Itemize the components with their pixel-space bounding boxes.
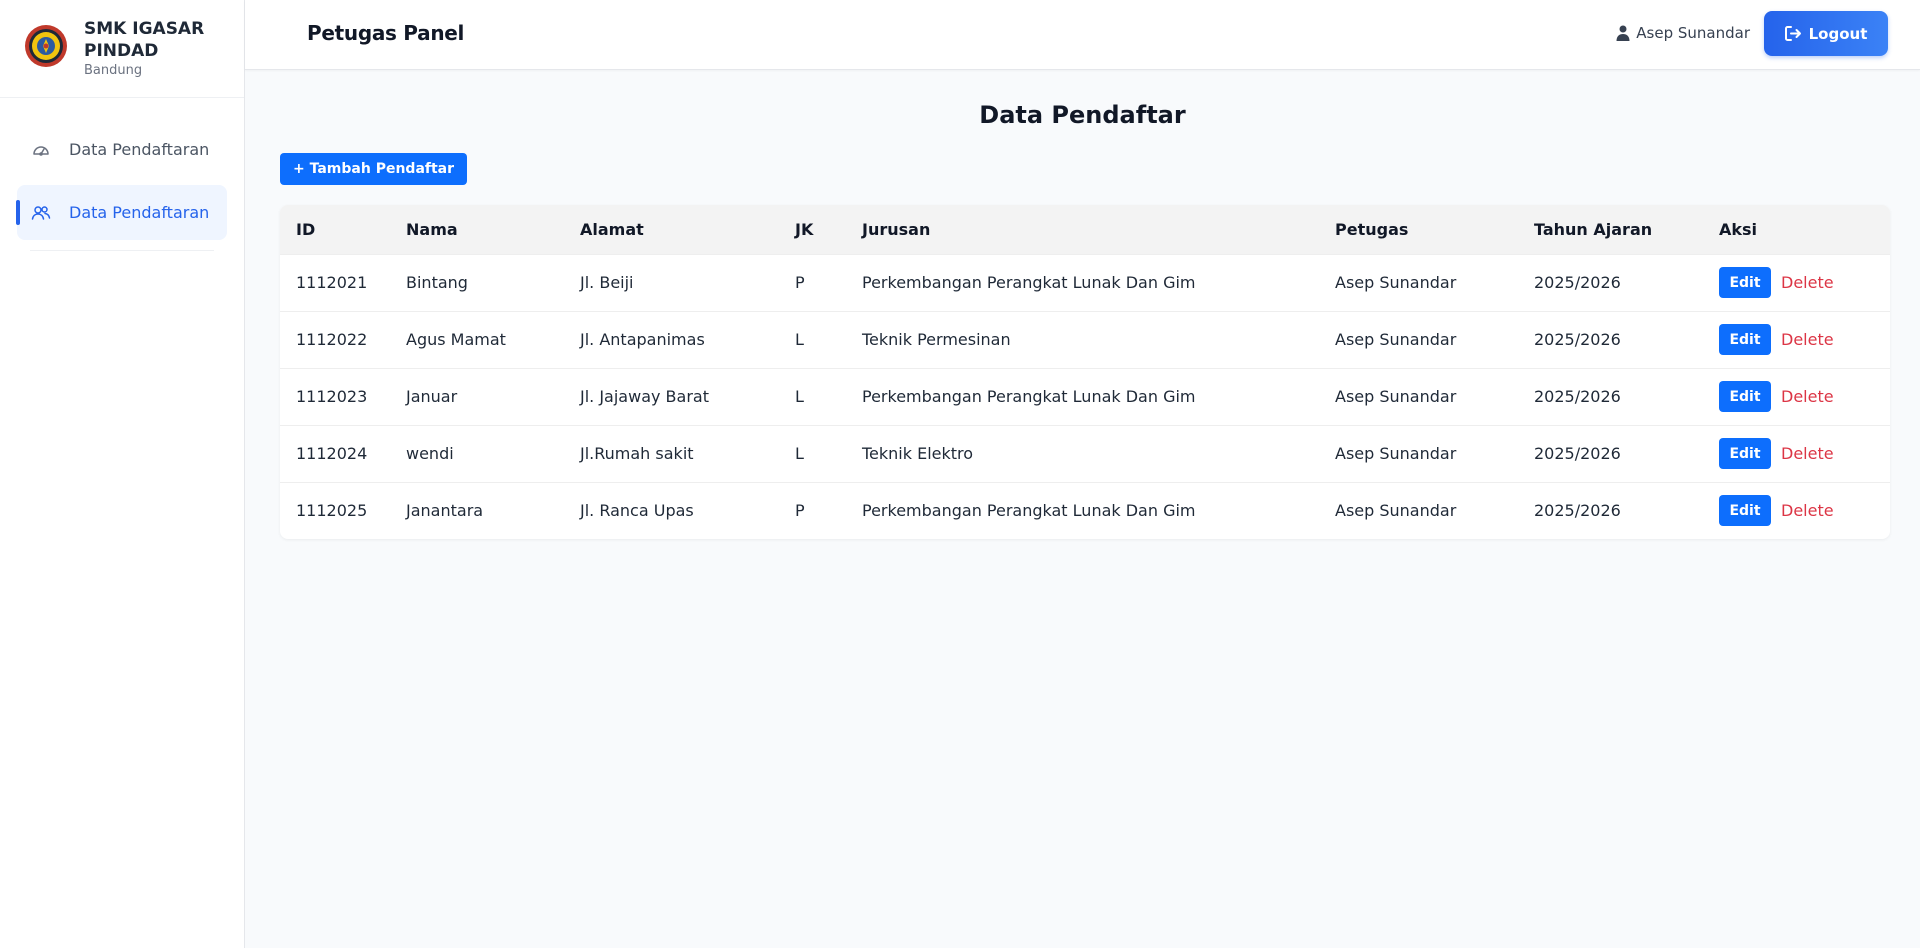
sidebar-nav: Data Pendaftaran Data Pendaftaran	[0, 98, 244, 251]
cell-petugas: Asep Sunandar	[1335, 273, 1457, 292]
page-title: Data Pendaftar	[979, 101, 1186, 129]
edit-button[interactable]: Edit	[1719, 267, 1771, 298]
logout-button[interactable]: Logout	[1764, 11, 1888, 56]
cell-jk: P	[795, 501, 805, 521]
column-header-aksi: Aksi	[1719, 219, 1758, 239]
cell-id: 1112022	[296, 330, 368, 349]
cell-jurusan: Perkembangan Perangkat Lunak Dan Gim	[862, 501, 1196, 521]
cell-tahun-ajaran: 2025/2026	[1534, 330, 1621, 349]
cell-petugas: Asep Sunandar	[1335, 387, 1457, 406]
edit-button[interactable]: Edit	[1719, 438, 1771, 469]
pendaftar-table: ID Nama Alamat JK Jurusan Petugas Tahun …	[280, 205, 1890, 539]
table-header-row: ID Nama Alamat JK Jurusan Petugas Tahun …	[280, 205, 1890, 254]
table-row: 1112023 Januar Jl. Jajaway Barat L Perke…	[280, 368, 1890, 425]
cell-petugas: Asep Sunandar	[1335, 444, 1457, 463]
topbar: Petugas Panel Asep Sunandar Logout	[245, 0, 1920, 70]
cell-nama: Agus Mamat	[406, 330, 506, 349]
delete-link[interactable]: Delete	[1781, 273, 1834, 292]
delete-link[interactable]: Delete	[1781, 387, 1834, 406]
brand-subtitle: Bandung	[84, 63, 143, 78]
cell-tahun-ajaran: 2025/2026	[1534, 501, 1621, 521]
cell-aksi: Edit Delete	[1703, 254, 1890, 311]
cell-tahun-ajaran: 2025/2026	[1534, 387, 1621, 406]
cell-id: 1112025	[296, 501, 368, 521]
sidebar-item-label: Data Pendaftaran	[69, 140, 210, 159]
sidebar-item-data-pendaftaran-active[interactable]: Data Pendaftaran	[16, 185, 227, 240]
sidebar-item-label: Data Pendaftaran	[69, 203, 210, 222]
user-name: Asep Sunandar	[1636, 24, 1750, 42]
edit-button[interactable]: Edit	[1719, 324, 1771, 355]
cell-jk: L	[795, 330, 804, 349]
dashboard-gauge-icon	[31, 140, 51, 160]
column-header-alamat: Alamat	[580, 219, 644, 239]
cell-jurusan: Teknik Elektro	[862, 444, 974, 463]
edit-button[interactable]: Edit	[1719, 381, 1771, 412]
cell-jk: L	[795, 444, 804, 463]
edit-button[interactable]: Edit	[1719, 495, 1771, 527]
cell-nama: Bintang	[406, 273, 468, 292]
cell-nama: Janantara	[406, 501, 484, 521]
cell-jurusan: Teknik Permesinan	[862, 330, 1011, 349]
cell-tahun-ajaran: 2025/2026	[1534, 273, 1621, 292]
cell-aksi: Edit Delete	[1703, 425, 1890, 482]
cell-jk: L	[795, 387, 804, 406]
table-row: 1112025 Janantara Jl. Ranca Upas P Perke…	[280, 482, 1890, 539]
cell-jurusan: Perkembangan Perangkat Lunak Dan Gim	[862, 273, 1196, 292]
cell-id: 1112021	[296, 273, 368, 292]
main-content: Data Pendaftar + Tambah Pendaftar ID Nam…	[245, 70, 1920, 948]
cell-nama: wendi	[406, 444, 454, 463]
cell-jurusan: Perkembangan Perangkat Lunak Dan Gim	[862, 387, 1196, 406]
cell-alamat: Jl. Jajaway Barat	[580, 387, 709, 406]
cell-alamat: Jl. Ranca Upas	[580, 501, 694, 521]
sidebar: SMK IGASAR PINDAD Bandung Data Pendaftar…	[0, 0, 245, 948]
school-logo	[25, 25, 67, 67]
add-pendaftar-button[interactable]: + Tambah Pendaftar	[280, 153, 468, 185]
cell-alamat: Jl.Rumah sakit	[580, 444, 694, 463]
table-row: 1112021 Bintang Jl. Beiji P Perkembangan…	[280, 254, 1890, 311]
brand-name: SMK IGASAR PINDAD	[84, 19, 205, 61]
table-row: 1112022 Agus Mamat Jl. Antapanimas L Tek…	[280, 311, 1890, 368]
cell-alamat: Jl. Antapanimas	[580, 330, 705, 349]
table-row: 1112024 wendi Jl.Rumah sakit L Teknik El…	[280, 425, 1890, 482]
delete-link[interactable]: Delete	[1781, 330, 1834, 349]
cell-aksi: Edit Delete	[1703, 311, 1890, 368]
sidebar-item-data-pendaftaran[interactable]: Data Pendaftaran	[17, 122, 227, 177]
cell-jk: P	[795, 273, 805, 292]
cell-id: 1112023	[296, 387, 368, 406]
user-icon	[1616, 25, 1630, 41]
logout-icon	[1784, 26, 1801, 41]
column-header-tahun-ajaran: Tahun Ajaran	[1534, 219, 1653, 239]
cell-aksi: Edit Delete	[1703, 482, 1890, 539]
users-icon	[31, 203, 51, 223]
user-info: Asep Sunandar	[1616, 24, 1750, 42]
cell-tahun-ajaran: 2025/2026	[1534, 444, 1621, 463]
cell-id: 1112024	[296, 444, 368, 463]
cell-petugas: Asep Sunandar	[1335, 330, 1457, 349]
logout-label: Logout	[1808, 24, 1868, 43]
delete-link[interactable]: Delete	[1781, 501, 1834, 520]
column-header-petugas: Petugas	[1335, 219, 1409, 239]
column-header-jurusan: Jurusan	[862, 219, 931, 239]
brand: SMK IGASAR PINDAD Bandung	[0, 0, 244, 98]
sidebar-divider	[30, 250, 214, 251]
column-header-id: ID	[296, 219, 316, 239]
column-header-nama: Nama	[406, 219, 458, 239]
cell-aksi: Edit Delete	[1703, 368, 1890, 425]
cell-alamat: Jl. Beiji	[580, 273, 634, 292]
cell-nama: Januar	[406, 387, 458, 406]
delete-link[interactable]: Delete	[1781, 444, 1834, 463]
panel-title: Petugas Panel	[307, 21, 465, 45]
cell-petugas: Asep Sunandar	[1335, 501, 1457, 521]
column-header-jk: JK	[795, 219, 814, 239]
